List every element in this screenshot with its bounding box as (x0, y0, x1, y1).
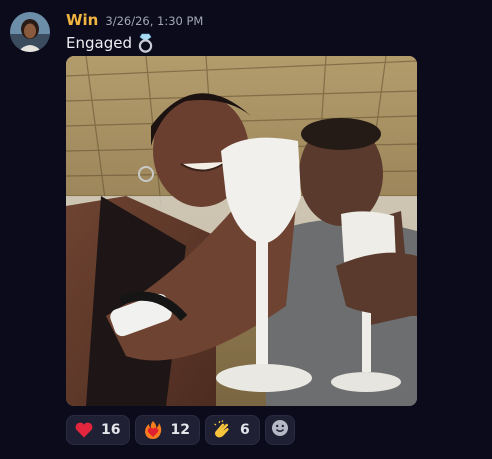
chat-message: Win 3/26/26, 1:30 PM Engaged 16 12 6 (0, 0, 492, 459)
reactions-bar: 16 12 6 (66, 415, 295, 445)
reaction-heart[interactable]: 16 (66, 415, 131, 445)
reaction-heart-on-fire[interactable]: 12 (135, 415, 200, 445)
reaction-clap[interactable]: 6 (204, 415, 260, 445)
clapping-hands-icon (213, 420, 233, 440)
reaction-count: 6 (239, 422, 250, 438)
message-content: Engaged (66, 33, 154, 53)
add-reaction-icon (270, 418, 290, 442)
ring-icon (137, 33, 154, 53)
fire-heart-icon (143, 420, 163, 440)
attached-photo[interactable] (66, 56, 417, 406)
add-reaction-button[interactable] (264, 415, 295, 445)
timestamp: 3/26/26, 1:30 PM (105, 14, 204, 28)
message-text: Engaged (66, 34, 132, 52)
avatar[interactable] (10, 12, 50, 52)
message-header: Win 3/26/26, 1:30 PM (66, 11, 203, 31)
reaction-count: 12 (170, 422, 190, 438)
reaction-count: 16 (101, 422, 121, 438)
username[interactable]: Win (66, 11, 98, 29)
heart-icon (74, 420, 94, 440)
